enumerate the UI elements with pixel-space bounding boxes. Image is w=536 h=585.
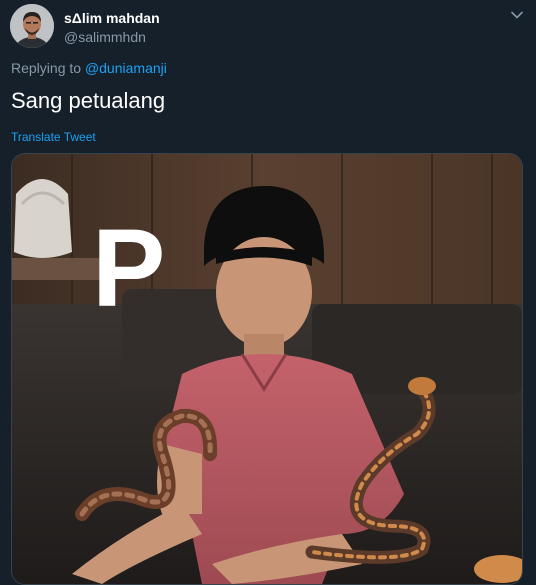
replying-to-line: Replying to @duniamanji — [11, 60, 167, 76]
tweet-media-image[interactable]: P — [11, 153, 523, 585]
tweet-text: Sang petualang — [11, 88, 166, 113]
replying-to-prefix: Replying to — [11, 60, 82, 76]
reply-mention-link[interactable]: @duniamanji — [85, 60, 167, 76]
author-handle[interactable]: @salimmhdn — [64, 29, 146, 45]
more-options-chevron-down-icon[interactable] — [508, 6, 526, 24]
photo-icon: P — [12, 154, 522, 584]
author-display-name[interactable]: sΔlim mahdan — [64, 10, 160, 26]
overlay-letter: P — [92, 207, 165, 330]
tweet-header: sΔlim mahdan @salimmhdn — [10, 4, 526, 48]
author-avatar[interactable] — [10, 4, 54, 48]
avatar-photo-icon — [10, 4, 54, 48]
translate-tweet-link[interactable]: Translate Tweet — [11, 130, 96, 144]
